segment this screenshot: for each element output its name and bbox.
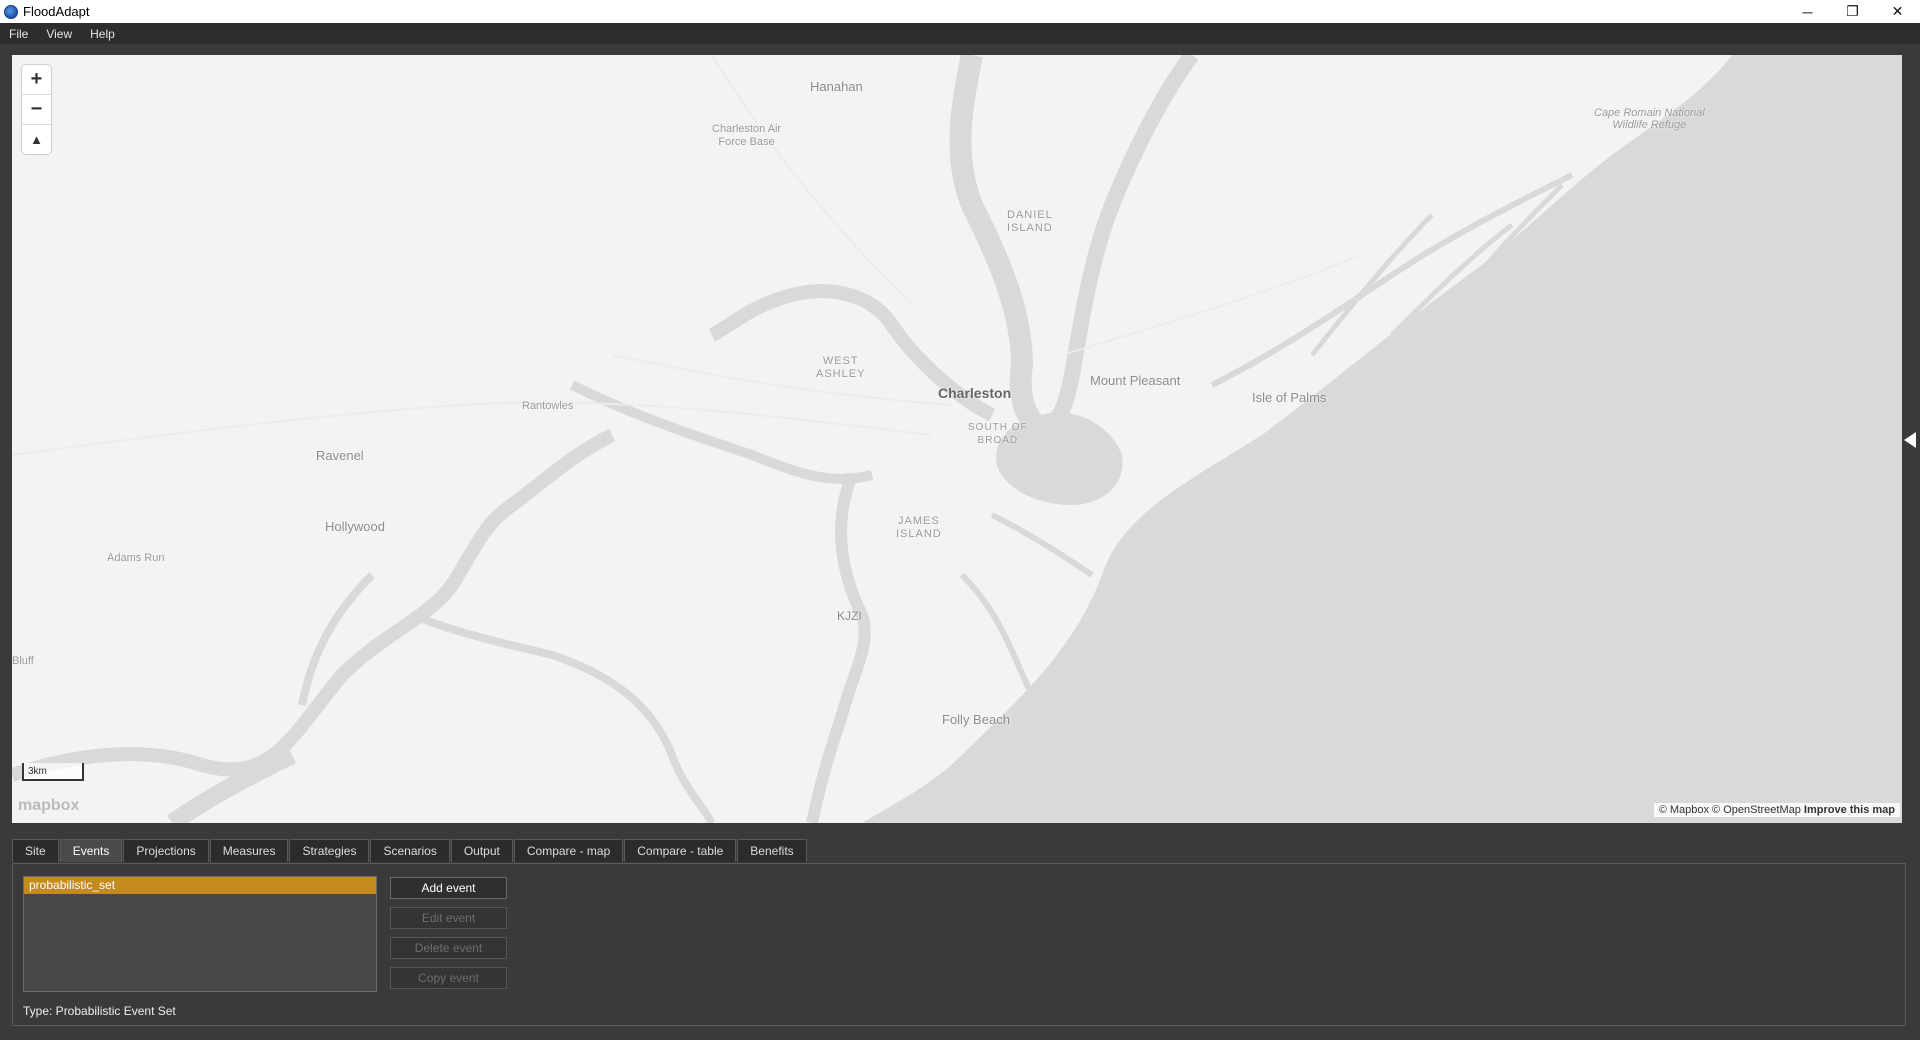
menu-view[interactable]: View (37, 27, 81, 41)
map-label-ravenel: Ravenel (316, 448, 364, 463)
map-label-west-ashley: WEST ASHLEY (816, 355, 866, 380)
map-label-hanahan: Hanahan (810, 79, 863, 94)
tab-projections[interactable]: Projections (123, 839, 209, 862)
event-list[interactable]: probabilistic_set (23, 876, 377, 992)
tab-events[interactable]: Events (59, 839, 123, 862)
restore-button[interactable]: ❐ (1830, 0, 1875, 23)
delete-event-button[interactable]: Delete event (390, 937, 507, 959)
map-label-adams-run: Adams Run (107, 552, 165, 564)
list-item[interactable]: probabilistic_set (24, 877, 376, 894)
tab-strategies[interactable]: Strategies (289, 839, 370, 862)
map-label-kjzi: KJZI (837, 609, 862, 623)
map-label-charleston: Charleston (938, 385, 1012, 401)
close-button[interactable]: ✕ (1875, 0, 1920, 23)
app-logo-icon (4, 4, 18, 19)
map-label-isle-of-palms: Isle of Palms (1252, 390, 1327, 405)
improve-map-link[interactable]: Improve this map (1804, 804, 1895, 816)
zoom-controls: + − ▲ (22, 65, 51, 154)
mapbox-logo[interactable]: mapbox (18, 797, 79, 815)
main-tabs: Site Events Projections Measures Strateg… (12, 839, 808, 863)
map-label-james-island: JAMES ISLAND (896, 515, 942, 540)
tab-compare-table[interactable]: Compare - table (624, 839, 737, 862)
map-basemap (12, 55, 1902, 823)
compass-button[interactable]: ▲ (22, 125, 51, 154)
tab-output[interactable]: Output (450, 839, 513, 862)
map-label-bluff: Bluff (12, 655, 34, 667)
events-panel: probabilistic_set Add event Edit event D… (12, 863, 1906, 1026)
map-label-hollywood: Hollywood (325, 519, 385, 534)
copy-event-button[interactable]: Copy event (390, 967, 507, 989)
map-label-cape-romain: Cape Romain National Wildlife Refuge (1594, 107, 1705, 131)
tab-scenarios[interactable]: Scenarios (370, 839, 450, 862)
menu-file[interactable]: File (0, 27, 37, 41)
map-label-rantowles: Rantowles (522, 400, 574, 412)
tab-measures[interactable]: Measures (209, 839, 289, 862)
attribution-text[interactable]: © Mapbox © OpenStreetMap (1659, 804, 1801, 816)
map-attribution: © Mapbox © OpenStreetMap Improve this ma… (1653, 803, 1900, 817)
title-bar: FloodAdapt ─ ❐ ✕ (0, 0, 1920, 23)
menu-help[interactable]: Help (81, 27, 124, 41)
window-controls: ─ ❐ ✕ (1785, 0, 1920, 23)
zoom-out-button[interactable]: − (22, 95, 51, 125)
minimize-button[interactable]: ─ (1785, 0, 1830, 23)
event-type-label: Type: Probabilistic Event Set (23, 1004, 176, 1018)
menu-bar: File View Help (0, 23, 1920, 44)
tab-benefits[interactable]: Benefits (737, 839, 807, 862)
tab-site[interactable]: Site (12, 839, 59, 862)
tab-compare-map[interactable]: Compare - map (513, 839, 624, 862)
map-label-mount-pleasant: Mount Pleasant (1090, 373, 1181, 388)
edit-event-button[interactable]: Edit event (390, 907, 507, 929)
map-view[interactable]: Hanahan Charleston Air Force Base DANIEL… (12, 55, 1902, 823)
window-title: FloodAdapt (23, 4, 90, 19)
map-scale: 3km (22, 763, 84, 781)
collapse-panel-arrow-icon[interactable] (1904, 432, 1916, 448)
map-label-daniel-island: DANIEL ISLAND (1007, 209, 1053, 234)
map-label-folly-beach: Folly Beach (942, 712, 1010, 727)
map-label-south-of-broad: SOUTH OF BROAD (968, 422, 1028, 446)
add-event-button[interactable]: Add event (390, 877, 507, 899)
zoom-in-button[interactable]: + (22, 65, 51, 95)
map-label-air-base: Charleston Air Force Base (712, 123, 782, 148)
